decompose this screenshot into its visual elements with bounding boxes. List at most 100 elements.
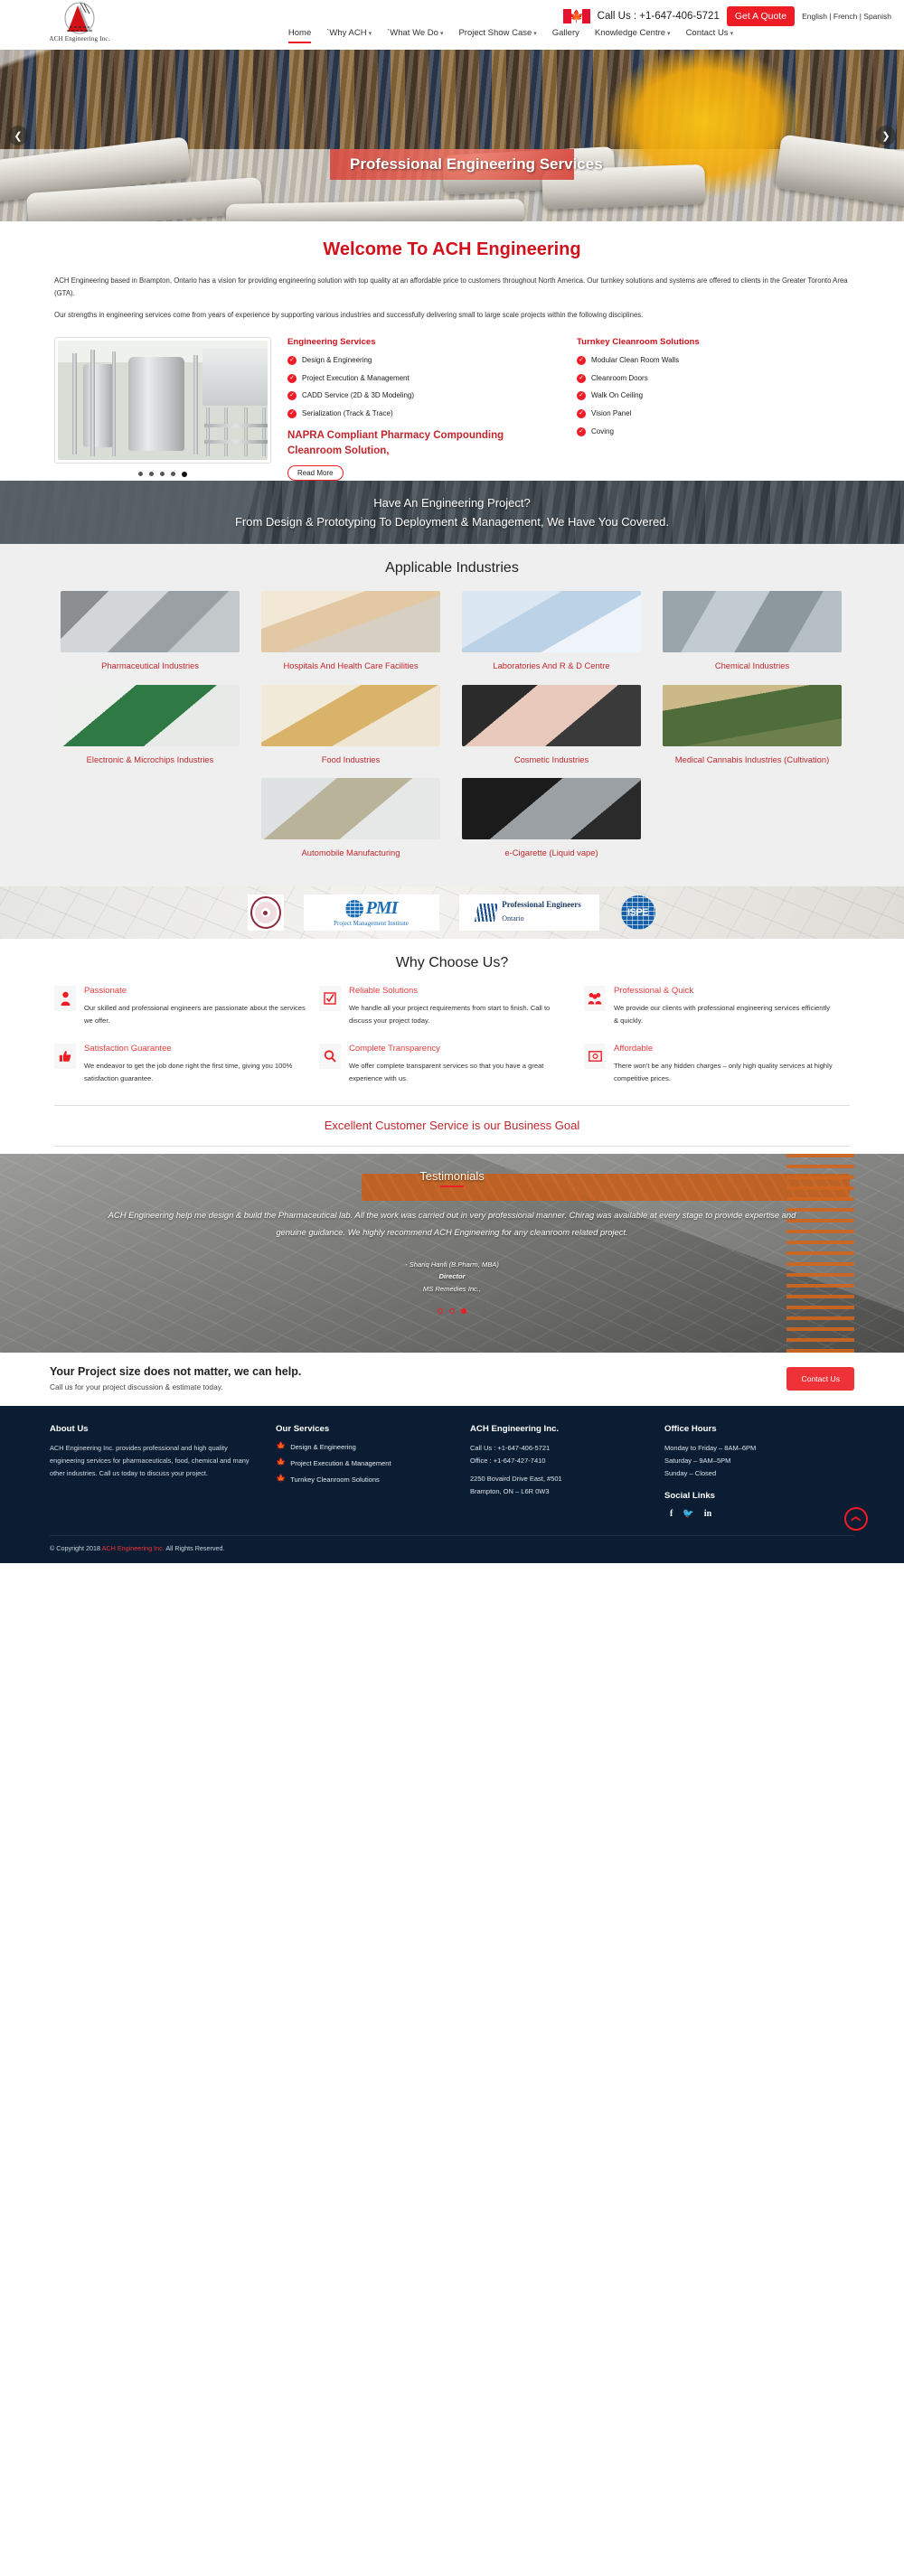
industries-grid: Pharmaceutical Industries Hospitals And … xyxy=(50,591,854,872)
footer-services-column: Our Services 🍁 Design & Engineering 🍁 Proj… xyxy=(276,1424,470,1519)
industry-card[interactable]: e-Cigarette (Liquid vape) xyxy=(451,778,652,859)
footer-service-link[interactable]: 🍁 Design & Engineering xyxy=(276,1442,454,1453)
why-choose-us-grid: Passionate Our skilled and professional e… xyxy=(54,986,850,1101)
page-root: ACH Engineering Inc. 🍁 Call Us : +1-647-… xyxy=(0,0,904,1563)
service-list-item[interactable]: ✓ CADD Service (2D & 3D Modeling) xyxy=(287,390,560,401)
testimonial-role: Director xyxy=(438,1272,466,1281)
testimonial-company: MS Remedies Inc., xyxy=(422,1285,482,1294)
twitter-icon[interactable]: 🐦 xyxy=(683,1509,693,1519)
footer-services-title: Our Services xyxy=(276,1424,330,1435)
carousel-dots xyxy=(54,472,271,478)
contact-us-button[interactable]: Contact Us xyxy=(786,1366,854,1391)
get-a-quote-button[interactable]: Get A Quote xyxy=(726,6,796,26)
industry-card[interactable]: Chemical Industries xyxy=(652,591,852,672)
industry-label[interactable]: Electronic & Microchips Industries xyxy=(61,754,240,766)
checkbox-icon xyxy=(319,986,341,1012)
industry-label[interactable]: Automobile Manufacturing xyxy=(261,847,440,859)
hero-title: Professional Engineering Services xyxy=(330,149,603,180)
why-card-title: Affordable xyxy=(614,1044,654,1054)
why-card-text: We provide our clients with professional… xyxy=(614,1004,831,1026)
solution-label: Cleanroom Doors xyxy=(591,373,648,382)
footer-service-link[interactable]: 🍁 Project Execution & Management xyxy=(276,1458,454,1469)
footer-service-link[interactable]: 🍁 Turnkey Cleanroom Solutions xyxy=(276,1475,454,1485)
why-card-title: Reliable Solutions xyxy=(349,986,419,997)
footer-hours-weekday: Monday to Friday – 8AM–6PM xyxy=(664,1444,757,1453)
certification-logos-band: PMI Project Management Institute Profess… xyxy=(0,886,904,940)
solution-list-item[interactable]: ✓ Modular Clean Room Walls xyxy=(577,355,850,366)
footer-service-label: Turnkey Cleanroom Solutions xyxy=(290,1475,380,1485)
solution-list-item[interactable]: ✓ Cleanroom Doors xyxy=(577,373,850,384)
industry-label[interactable]: Hospitals And Health Care Facilities xyxy=(261,660,440,672)
language-switcher[interactable]: English | French | Spanish xyxy=(802,12,891,21)
why-choose-us-section: Why Choose Us? Passionate Our skilled and… xyxy=(0,939,904,1155)
nav-label: `Why ACH xyxy=(326,28,367,38)
nav-item-what-we-do[interactable]: `What We Do ▾ xyxy=(387,28,443,42)
scroll-to-top-button[interactable]: ❮ xyxy=(844,1506,868,1531)
nav-item-home[interactable]: Home xyxy=(287,28,312,43)
canada-flag-icon: 🍁 xyxy=(562,9,590,23)
industry-card[interactable]: Hospitals And Health Care Facilities xyxy=(250,591,451,672)
nav-label: Project Show Case xyxy=(458,28,532,38)
association-seal-logo xyxy=(247,895,284,932)
industry-card[interactable]: Medical Cannabis Industries (Cultivation… xyxy=(652,684,852,766)
nav-item-project-show-case[interactable]: Project Show Case ▾ xyxy=(458,28,536,42)
solution-list-item[interactable]: ✓ Walk On Ceiling xyxy=(577,390,850,401)
welcome-section: Welcome To ACH Engineering ACH Engineeri… xyxy=(0,221,904,482)
industry-label[interactable]: Food Industries xyxy=(261,754,440,766)
check-circle-icon: ✓ xyxy=(577,426,586,436)
nav-item-gallery[interactable]: Gallery xyxy=(552,28,579,42)
industry-label[interactable]: Laboratories And R & D Centre xyxy=(462,660,641,672)
industry-label[interactable]: Chemical Industries xyxy=(663,660,842,672)
service-list-item[interactable]: ✓ Project Execution & Management xyxy=(287,373,560,384)
carousel-dot[interactable] xyxy=(171,472,175,477)
nav-item-knowledge-centre[interactable]: Knowledge Centre ▾ xyxy=(595,28,671,42)
footer-about-text: ACH Engineering Inc. provides profession… xyxy=(50,1444,250,1477)
footer-office-number[interactable]: Office : +1-647-427-7410 xyxy=(470,1455,648,1467)
carousel-dot[interactable] xyxy=(138,472,143,477)
industry-card[interactable]: Pharmaceutical Industries xyxy=(50,591,250,672)
industry-thumbnail xyxy=(462,778,641,840)
welcome-heading: Welcome To ACH Engineering xyxy=(323,239,581,259)
why-card-text: There won't be any hidden charges – only… xyxy=(614,1062,833,1083)
testimonial-dot[interactable] xyxy=(449,1307,455,1314)
facebook-icon[interactable]: f xyxy=(670,1509,673,1519)
footer-call-number[interactable]: Call Us : +1-647-406-5721 xyxy=(470,1442,648,1455)
footer-service-label: Design & Engineering xyxy=(290,1443,356,1452)
header-topbar: 🍁 Call Us : +1-647-406-5721 Get A Quote … xyxy=(562,6,891,26)
testimonial-dot[interactable] xyxy=(438,1307,443,1314)
industry-label[interactable]: Cosmetic Industries xyxy=(462,754,641,766)
why-card-title: Satisfaction Guarantee xyxy=(84,1044,172,1054)
industry-thumbnail xyxy=(663,684,842,746)
testimonial-dot-active[interactable] xyxy=(461,1307,466,1314)
hero-prev-arrow-icon[interactable]: ❮ xyxy=(8,126,28,145)
footer-about-column: About Us ACH Engineering Inc. provides p… xyxy=(50,1424,276,1519)
carousel-dot[interactable] xyxy=(149,472,154,477)
industry-card[interactable]: Food Industries xyxy=(250,684,451,766)
industry-thumbnail xyxy=(462,684,641,746)
hero-next-arrow-icon[interactable]: ❯ xyxy=(876,126,896,145)
linkedin-icon[interactable]: in xyxy=(704,1509,711,1519)
carousel-dot[interactable] xyxy=(160,472,165,477)
industry-card[interactable]: Laboratories And R & D Centre xyxy=(451,591,652,672)
service-list-item[interactable]: ✓ Serialization (Track & Trace) xyxy=(287,408,560,419)
industry-card[interactable]: Electronic & Microchips Industries xyxy=(50,684,250,766)
nav-item-why-ach[interactable]: `Why ACH ▾ xyxy=(326,28,372,42)
industry-label[interactable]: Medical Cannabis Industries (Cultivation… xyxy=(663,754,842,766)
solution-list-item[interactable]: ✓ Vision Panel xyxy=(577,408,850,419)
header-phone[interactable]: Call Us : +1-647-406-5721 xyxy=(598,11,720,22)
solution-list-item[interactable]: ✓ Coving xyxy=(577,426,850,437)
service-label: Serialization (Track & Trace) xyxy=(302,409,393,418)
industry-label[interactable]: Pharmaceutical Industries xyxy=(61,660,240,672)
contact-cta-section: Your Project size does not matter, we ca… xyxy=(0,1353,904,1407)
why-card-text: Our skilled and professional engineers a… xyxy=(84,1004,306,1026)
copyright-company-link[interactable]: ACH Engineering Inc. xyxy=(102,1544,165,1552)
industry-card[interactable]: Cosmetic Industries xyxy=(451,684,652,766)
why-card-professional-quick: Professional & Quick We provide our clien… xyxy=(584,986,849,1027)
industry-card[interactable]: Automobile Manufacturing xyxy=(250,778,451,859)
nav-item-contact-us[interactable]: Contact Us ▾ xyxy=(686,28,734,42)
why-card-affordable: Affordable There won't be any hidden char… xyxy=(584,1044,849,1085)
industry-label[interactable]: e-Cigarette (Liquid vape) xyxy=(462,847,641,859)
carousel-dot-active[interactable] xyxy=(182,472,187,478)
read-more-button[interactable]: Read More xyxy=(287,465,344,482)
service-list-item[interactable]: ✓ Design & Engineering xyxy=(287,355,560,366)
